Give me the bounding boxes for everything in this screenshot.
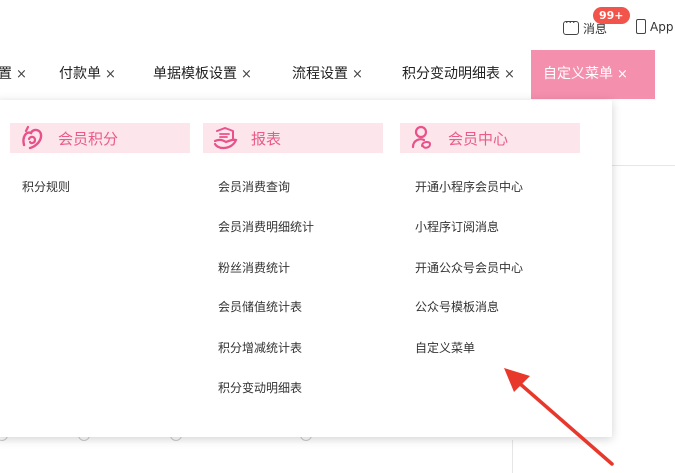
app-label: App bbox=[650, 19, 674, 34]
close-icon[interactable]: × bbox=[504, 67, 515, 82]
tab-payment-voucher[interactable]: 付款单 × bbox=[59, 50, 116, 99]
menu-header-member-points: 会员积分 bbox=[10, 123, 190, 153]
close-icon[interactable]: × bbox=[105, 67, 116, 82]
menu-header-title: 报表 bbox=[251, 129, 282, 148]
tab-settings-partial[interactable]: 置 × bbox=[0, 50, 27, 99]
menu-item-points-change-detail[interactable]: 积分变动明细表 bbox=[218, 379, 302, 396]
menu-item-points-increase-decrease-stats[interactable]: 积分增减统计表 bbox=[218, 339, 302, 356]
tab-document-template-settings[interactable]: 单据模板设置 × bbox=[153, 50, 252, 99]
member-person-icon bbox=[410, 125, 436, 151]
menu-item-open-official-account-member-center[interactable]: 开通公众号会员中心 bbox=[415, 259, 523, 276]
menu-header-title: 会员中心 bbox=[448, 129, 509, 148]
tab-custom-menu[interactable]: 自定义菜单 × bbox=[531, 50, 655, 99]
menu-item-points-rules[interactable]: 积分规则 bbox=[22, 178, 70, 195]
menu-item-custom-menu[interactable]: 自定义菜单 bbox=[415, 339, 475, 356]
phone-icon bbox=[636, 19, 646, 34]
message-count-badge: 99+ bbox=[593, 7, 630, 24]
close-icon[interactable]: × bbox=[16, 67, 27, 82]
menu-item-official-account-template-message[interactable]: 公众号模板消息 bbox=[415, 298, 499, 315]
close-icon[interactable]: × bbox=[241, 67, 252, 82]
top-bar: 消息 99+ App bbox=[0, 0, 675, 50]
menu-item-member-stored-value-stats[interactable]: 会员储值统计表 bbox=[218, 298, 302, 315]
close-icon[interactable]: × bbox=[352, 67, 363, 82]
menu-header-title: 会员积分 bbox=[58, 129, 119, 148]
content-divider bbox=[612, 165, 675, 166]
tab-points-change-detail[interactable]: 积分变动明细表 × bbox=[402, 50, 515, 99]
menu-item-member-consumption-detail[interactable]: 会员消费明细统计 bbox=[218, 218, 314, 235]
menu-item-miniprogram-subscription-message[interactable]: 小程序订阅消息 bbox=[415, 218, 499, 235]
app-button[interactable]: App bbox=[636, 19, 673, 34]
menu-item-open-miniprogram-member-center[interactable]: 开通小程序会员中心 bbox=[415, 178, 523, 195]
annotation-arrow bbox=[504, 368, 614, 466]
tab-process-settings[interactable]: 流程设置 × bbox=[292, 50, 363, 99]
heart-swirl-icon bbox=[20, 125, 46, 151]
menu-header-reports: 报表 bbox=[203, 123, 383, 153]
menu-item-member-consumption-query[interactable]: 会员消费查询 bbox=[218, 178, 290, 195]
menu-header-member-center: 会员中心 bbox=[400, 123, 580, 153]
close-icon[interactable]: × bbox=[617, 67, 628, 82]
menu-item-fan-consumption-stats[interactable]: 粉丝消费统计 bbox=[218, 259, 290, 276]
report-hand-icon bbox=[213, 125, 239, 151]
tab-bar: 置 × 付款单 × 单据模板设置 × 流程设置 × 积分变动明细表 × 自定义菜单 × bbox=[0, 50, 675, 99]
chat-bubble-icon bbox=[563, 16, 579, 35]
